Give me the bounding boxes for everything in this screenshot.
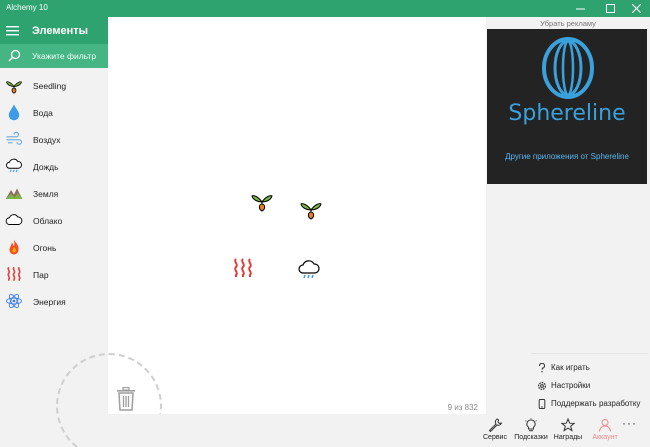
minimize-icon xyxy=(575,8,585,10)
elements-list: Seedling Вода Воздух Дождь Земля Облако … xyxy=(0,72,108,315)
sidebar-item-label: Облако xyxy=(33,216,63,226)
menu-item-how-to-play[interactable]: Как играть xyxy=(531,359,648,377)
sidebar-item-seedling[interactable]: Seedling xyxy=(0,72,108,99)
close-button[interactable] xyxy=(622,0,650,17)
star-icon xyxy=(561,418,575,432)
maximize-icon xyxy=(605,4,615,13)
window-title: Alchemy 10 xyxy=(6,3,48,12)
sidebar-item-label: Пар xyxy=(33,270,49,280)
seedling-icon xyxy=(6,81,22,94)
sphereline-logo-icon xyxy=(542,37,594,99)
filter-bar xyxy=(0,44,108,68)
cloud-icon xyxy=(5,214,23,225)
hamburger-menu-icon[interactable] xyxy=(6,24,20,37)
bottom-command-bar: Сервис Подсказки Награды Аккаунт ··· xyxy=(108,414,650,447)
service-button[interactable]: Сервис xyxy=(475,418,515,446)
sidebar-item-earth[interactable]: Земля xyxy=(0,180,108,207)
earth-mountains-icon xyxy=(5,188,23,199)
more-options-button[interactable]: ··· xyxy=(622,416,637,430)
energy-atom-icon xyxy=(6,293,22,309)
sidebar-item-air[interactable]: Воздух xyxy=(0,126,108,153)
sidebar-item-label: Земля xyxy=(33,189,59,199)
workspace-canvas[interactable]: 9 из 832 xyxy=(56,17,486,447)
sidebar-heading: Элементы xyxy=(32,25,89,37)
more-menu: Как играть Настройки Поддержать разработ… xyxy=(531,353,648,413)
element-counter: 9 из 832 xyxy=(447,403,478,412)
awards-button[interactable]: Награды xyxy=(548,418,588,446)
menu-item-support[interactable]: Поддержать разработку xyxy=(531,395,648,413)
hints-button[interactable]: Подсказки xyxy=(511,418,551,446)
menu-item-label: Как играть xyxy=(551,363,590,372)
sidebar-item-energy[interactable]: Энергия xyxy=(0,288,108,315)
close-icon xyxy=(631,4,641,13)
canvas-item-steam[interactable] xyxy=(231,256,255,280)
phone-icon xyxy=(538,399,546,409)
canvas-item-rain[interactable] xyxy=(297,258,321,282)
ad-brand: Sphereline xyxy=(508,101,626,126)
search-icon xyxy=(8,49,21,62)
user-icon xyxy=(599,419,611,432)
menu-item-label: Поддержать разработку xyxy=(551,399,641,408)
hints-label: Подсказки xyxy=(514,434,548,441)
minimize-button[interactable] xyxy=(566,0,594,17)
ad-more-apps-link[interactable]: Другие приложения от Sphereline xyxy=(487,152,647,161)
menu-item-label: Настройки xyxy=(551,381,591,390)
service-label: Сервис xyxy=(483,434,507,441)
canvas-item-seedling[interactable] xyxy=(250,188,274,212)
water-drop-icon xyxy=(8,104,20,121)
account-button[interactable]: Аккаунт xyxy=(585,418,625,446)
steam-icon xyxy=(7,266,21,281)
gear-icon xyxy=(537,381,547,391)
title-bar: Alchemy 10 xyxy=(0,0,650,17)
sidebar-item-label: Огонь xyxy=(33,243,57,253)
sidebar-item-water[interactable]: Вода xyxy=(0,99,108,126)
canvas-item-seedling[interactable] xyxy=(299,196,323,220)
fire-icon xyxy=(9,239,19,255)
sidebar-item-rain[interactable]: Дождь xyxy=(0,153,108,180)
sidebar-item-cloud[interactable]: Облако xyxy=(0,207,108,234)
awards-label: Награды xyxy=(553,434,583,441)
air-wind-icon xyxy=(6,131,23,145)
trash-icon[interactable] xyxy=(116,387,136,411)
app-window: Alchemy 10 Элементы Укажите фильтр Seedl… xyxy=(0,0,650,447)
account-label: Аккаунт xyxy=(592,434,618,441)
wrench-icon xyxy=(488,418,502,432)
question-icon xyxy=(538,363,545,373)
lightbulb-icon xyxy=(525,418,537,432)
sidebar-header: Элементы xyxy=(0,17,108,44)
filter-input[interactable] xyxy=(32,48,104,64)
sidebar-item-label: Энергия xyxy=(33,297,66,307)
rain-cloud-icon xyxy=(6,158,22,173)
remove-ads-link[interactable]: Убрать рекламу xyxy=(486,19,650,28)
ad-banner[interactable]: Sphereline Другие приложения от Sphereli… xyxy=(487,29,647,184)
menu-item-settings[interactable]: Настройки xyxy=(531,377,648,395)
sidebar-item-label: Воздух xyxy=(33,135,61,145)
sidebar-item-label: Вода xyxy=(33,108,53,118)
sidebar-item-label: Seedling xyxy=(33,81,67,91)
sidebar-item-fire[interactable]: Огонь xyxy=(0,234,108,261)
sidebar-item-label: Дождь xyxy=(33,162,59,172)
sidebar-item-steam[interactable]: Пар xyxy=(0,261,108,288)
maximize-button[interactable] xyxy=(596,0,624,17)
